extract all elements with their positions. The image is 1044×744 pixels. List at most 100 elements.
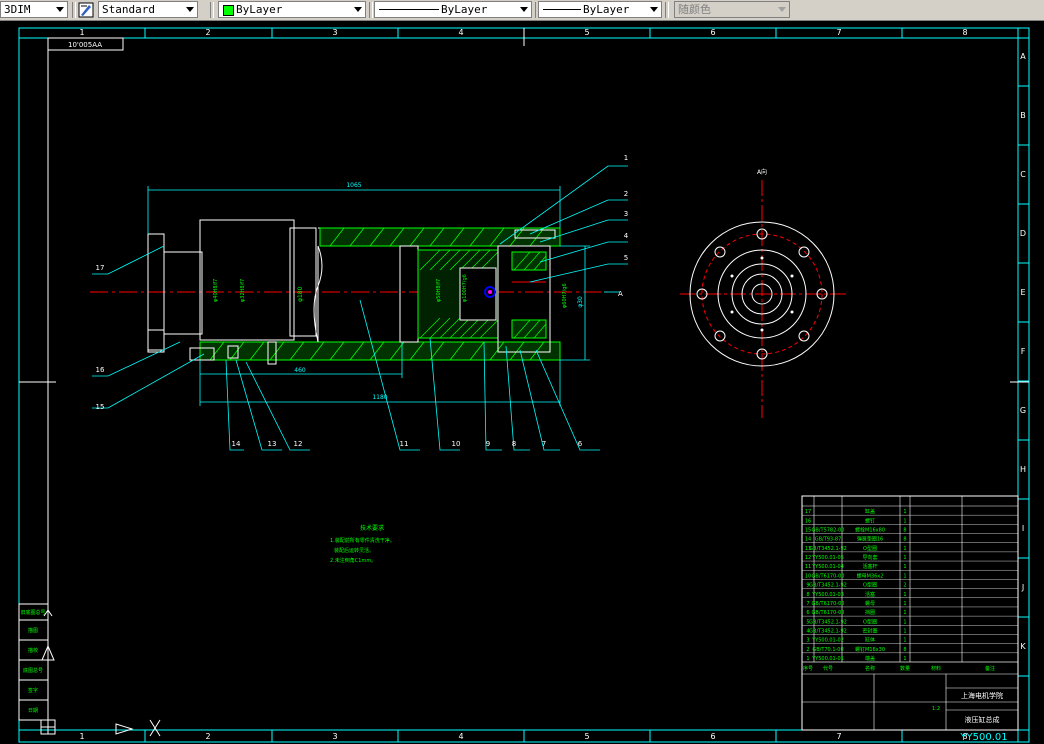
text-style-dropdown[interactable]: Standard — [98, 1, 198, 18]
dim-short-length: 460 — [294, 367, 306, 374]
parts-row-cell: 螺钉 — [865, 517, 875, 524]
chevron-down-icon — [186, 7, 194, 12]
parts-row-cell: 6 — [806, 610, 809, 616]
parts-row-cell: GB/T93-87 — [815, 537, 842, 543]
parts-header-qty: 数量 — [900, 665, 910, 672]
dim-style-value: 3DIM — [4, 3, 31, 16]
separator — [210, 2, 214, 18]
parts-row-cell: O型圈 — [863, 582, 877, 589]
zone-label-col: 1 — [79, 732, 84, 741]
balloon: 12 — [294, 440, 303, 448]
lineweight-value: ByLayer — [583, 3, 630, 16]
svg-text:φ50H8/f7: φ50H8/f7 — [436, 279, 442, 302]
parts-row-cell: 弹簧垫圈16 — [857, 536, 883, 543]
parts-row-cell: 8 — [806, 592, 809, 598]
parts-row-cell: 1 — [903, 592, 906, 598]
zone-label-row: B — [1020, 111, 1026, 120]
notes-line: 1.装配前所有零件清洗干净。 — [330, 537, 395, 544]
parts-row-cell: GB/T6170-00 — [812, 573, 845, 579]
linetype-dropdown[interactable]: ByLayer — [374, 1, 532, 18]
text-style-value: Standard — [102, 3, 155, 16]
parts-row-cell: GB/T3452.1-92 — [809, 583, 847, 589]
separator — [72, 2, 76, 18]
parts-row-cell: YY500.01-01 — [811, 656, 844, 662]
parts-row-cell: GB/T3452.1-92 — [809, 546, 847, 552]
balloon: 3 — [624, 210, 628, 218]
parts-row-cell: 3 — [806, 638, 809, 644]
chevron-down-icon — [778, 7, 786, 12]
parts-row-cell: YY500.01-03 — [811, 592, 844, 598]
balloon: 14 — [232, 440, 241, 448]
parts-row-cell: 12 — [805, 555, 811, 561]
plot-style-dropdown[interactable]: 随颜色 — [674, 1, 790, 18]
technical-notes: 技术要求 1.装配前所有零件清洗干净。 装配后运转灵活。 2.未注倒角C1mm。 — [330, 524, 395, 564]
color-dropdown[interactable]: ByLayer — [218, 1, 366, 18]
balloon: 8 — [512, 440, 516, 448]
parts-row-cell: 活塞 — [865, 591, 875, 598]
parts-header-material: 材料 — [931, 665, 941, 672]
zone-label-col: 4 — [458, 28, 463, 37]
leaders — [92, 165, 628, 451]
lineweight-dropdown[interactable]: ByLayer — [538, 1, 662, 18]
outer-frame — [18, 27, 1030, 743]
end-view-a: A向 — [680, 168, 846, 418]
stamp-cell: 旧底图总号 — [20, 609, 45, 616]
zone-label-row: A — [1020, 52, 1026, 61]
parts-row-cell: 缸体 — [865, 637, 875, 644]
linetype-sample — [379, 9, 439, 10]
dim-overall-length: 1065 — [346, 182, 361, 189]
dim-height: φ180 — [297, 286, 304, 302]
zone-label-col: 6 — [710, 732, 715, 741]
parts-row-cell: 螺栓M16x80 — [855, 527, 885, 534]
parts-header-name: 名称 — [865, 665, 875, 672]
parts-row-cell: 14 — [805, 537, 811, 543]
chevron-down-icon — [520, 7, 528, 12]
zone-label-col: 3 — [332, 28, 337, 37]
text-style-icon[interactable] — [78, 2, 94, 18]
parts-row-cell: GB/T3452.1-92 — [809, 619, 847, 625]
title-block: 17 缸盖 116 螺钉 115 GB/T5782-00 螺栓M16x80 814 GB/T93… — [801, 495, 1019, 743]
drawing-canvas[interactable]: 1 2 3 4 5 6 7 8 1 2 3 4 5 6 7 8 A B C D … — [0, 20, 1044, 744]
lineweight-sample — [543, 9, 581, 10]
zone-label-row: K — [1020, 642, 1026, 651]
stamp-cell: 底图总号 — [23, 667, 43, 674]
parts-row-cell: YY500.01-02 — [811, 638, 844, 644]
balloon: 6 — [578, 440, 583, 448]
zone-label-col: 1 — [79, 28, 84, 37]
dim-style-dropdown[interactable]: 3DIM — [0, 1, 68, 18]
zone-label-col: 7 — [836, 28, 841, 37]
parts-header-no: 序号 — [803, 665, 813, 672]
balloon-labels: 1 2 3 4 5 6 7 8 9 10 11 12 13 14 15 16 1… — [96, 154, 629, 448]
parts-row-cell: 1 — [903, 656, 906, 662]
zone-label-col: 7 — [836, 732, 841, 741]
drawing-name: 液压缸总成 — [965, 715, 1000, 724]
view-arrow-label: A — [618, 290, 623, 298]
separator — [369, 2, 373, 18]
parts-row-cell: 1 — [806, 656, 809, 662]
balloon: 10 — [452, 440, 461, 448]
layer-color-swatch — [223, 5, 234, 16]
zone-label-row: E — [1020, 288, 1025, 297]
zone-label-row: C — [1020, 170, 1026, 179]
parts-row-cell: O型圈 — [863, 545, 877, 552]
school-name: 上海电机学院 — [961, 691, 1003, 700]
parts-row-cell: 螺母 — [865, 600, 875, 607]
parts-row-cell: 1 — [903, 628, 906, 634]
parts-row-cell: 端盖 — [865, 655, 875, 662]
parts-row-cell: 8 — [903, 537, 906, 543]
balloon: 7 — [542, 440, 546, 448]
properties-toolbar: 3DIM Standard ByLayer ByLayer ByLayer 随颜… — [0, 0, 1044, 21]
parts-row-cell: 1 — [903, 509, 906, 515]
stamp-cell: 日期 — [28, 708, 38, 714]
zone-label-col: 3 — [332, 732, 337, 741]
zone-label-row: I — [1022, 524, 1024, 533]
parts-row-cell: 1 — [903, 573, 906, 579]
stamp-cell: 描图 — [28, 627, 38, 634]
view-label: A向 — [757, 168, 767, 176]
svg-text:φ40H8/f7: φ40H8/f7 — [213, 279, 219, 302]
zone-label-row: G — [1020, 406, 1026, 415]
parts-row-cell: 17 — [805, 509, 811, 515]
balloon: 13 — [268, 440, 277, 448]
parts-row-cell: GB/T6170-00 — [812, 601, 845, 607]
zone-label-col: 8 — [962, 28, 967, 37]
